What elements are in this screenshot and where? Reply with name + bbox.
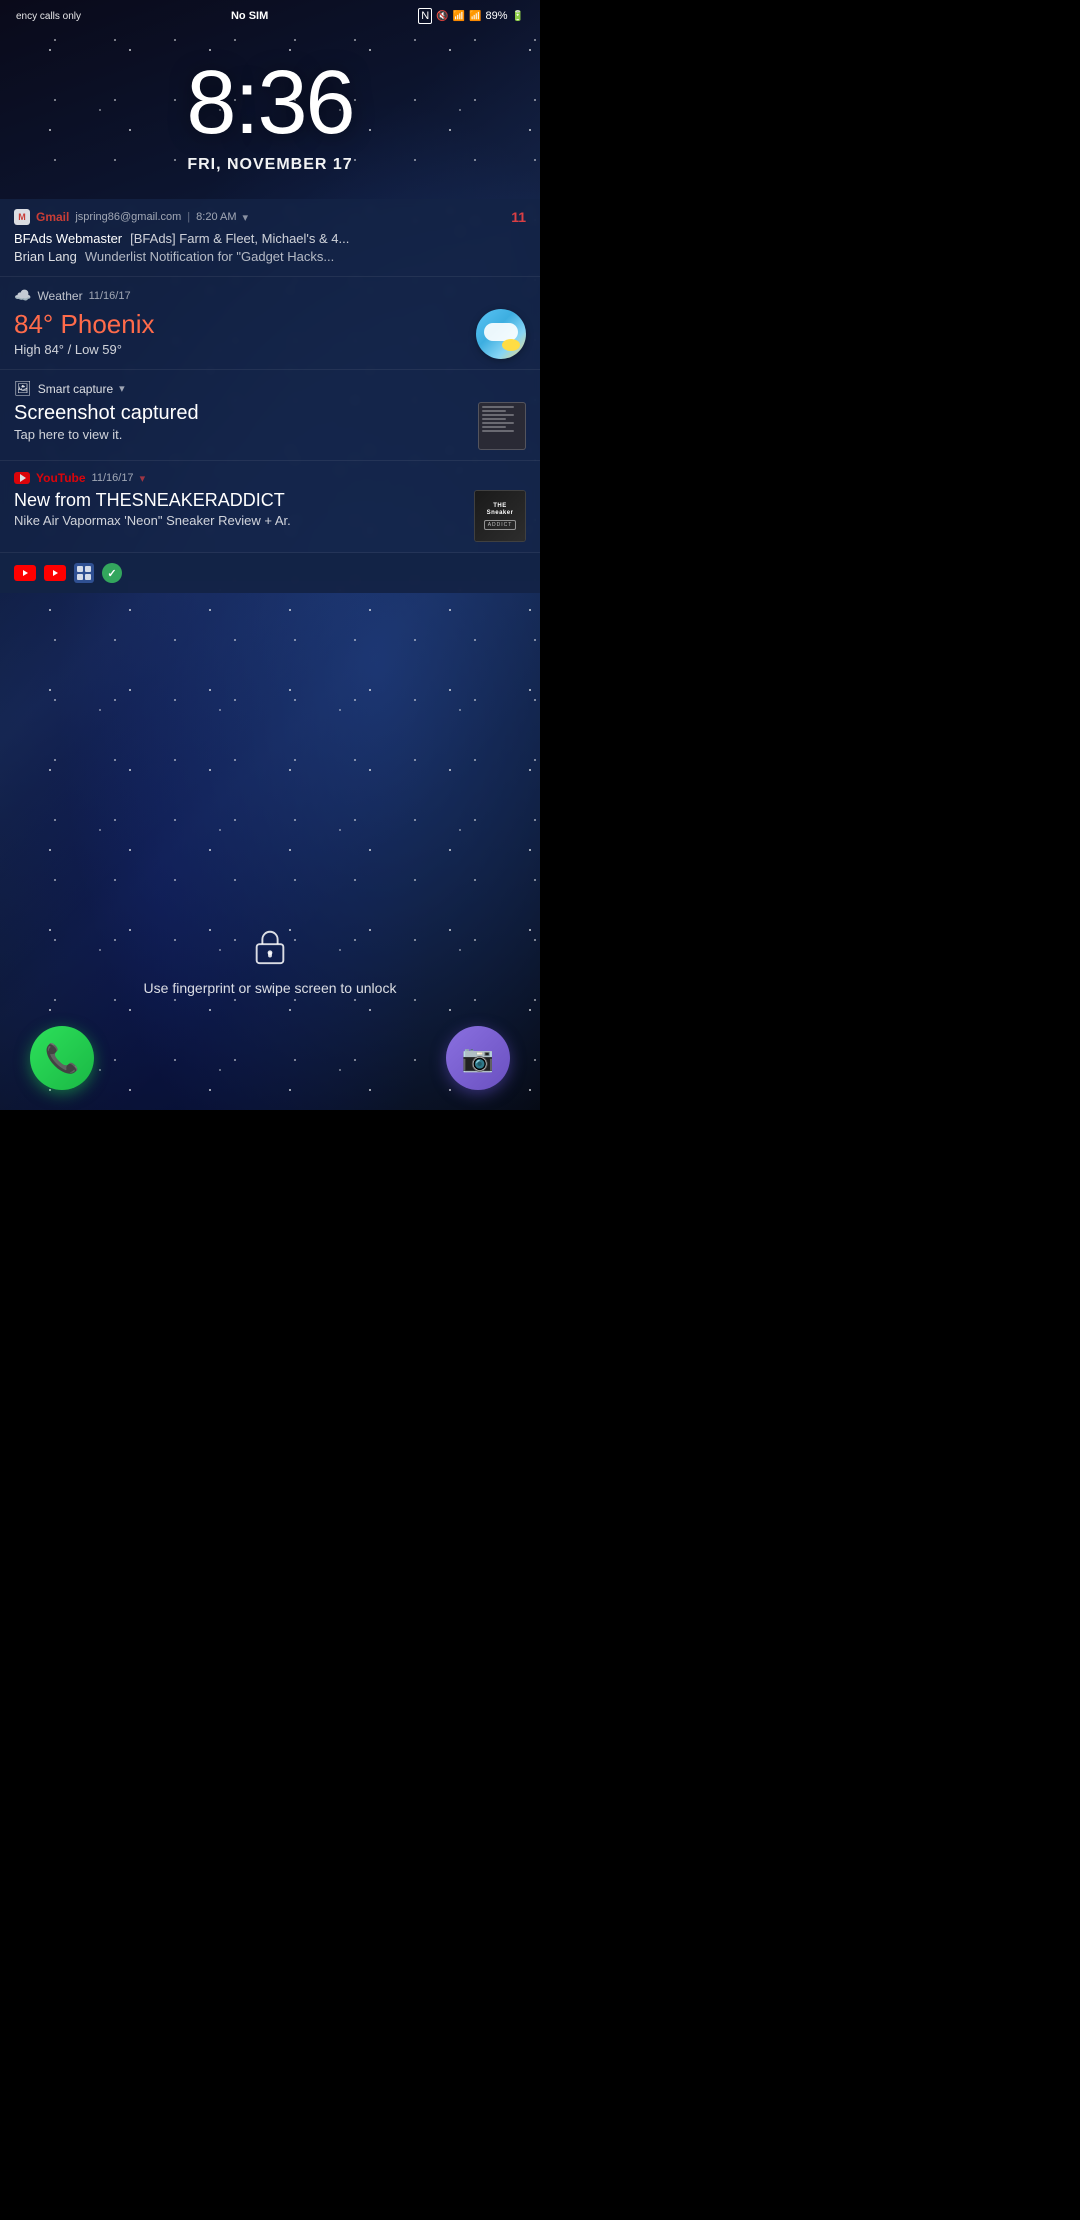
grid-icon	[74, 563, 94, 583]
status-carrier: ency calls only	[16, 11, 81, 22]
lock-icon	[252, 927, 288, 967]
notifications-panel: M Gmail jspring86@gmail.com | 8:20 AM ▾ …	[0, 199, 540, 593]
check-icon: ✓	[102, 563, 122, 583]
smartcapture-chevron: ▾	[119, 382, 125, 395]
youtube-chevron-icon: ▾	[140, 472, 146, 485]
thumb-line-4	[482, 418, 506, 420]
thumb-line-5	[482, 422, 514, 424]
status-bar: ency calls only No SIM N 🔇 📶 📶 89% 🔋	[0, 0, 540, 28]
youtube-body: New from THESNEAKERADDICT Nike Air Vapor…	[14, 490, 526, 542]
smartcapture-text: Screenshot captured Tap here to view it.	[14, 402, 199, 442]
gmail-app-name: Gmail	[36, 210, 69, 224]
yt-small-icon-1	[14, 565, 36, 581]
grid-dot-2	[85, 566, 91, 572]
grid-dot-1	[77, 566, 83, 572]
grid-dot-4	[85, 574, 91, 580]
grid-dot-3	[77, 574, 83, 580]
clock-time: 8:36	[186, 58, 353, 148]
camera-icon: 📷	[462, 1043, 494, 1074]
clock-date: FRI, NOVEMBER 17	[187, 156, 352, 174]
smartcapture-app-name: Smart capture	[38, 382, 113, 396]
sneaker-logo-text: THESneaker	[487, 503, 514, 519]
smartcapture-header: 🖼 Smart capture ▾	[14, 380, 526, 397]
middle-spacer	[0, 593, 540, 927]
gmail-chevron-icon: ▾	[243, 211, 249, 224]
mute-icon: 🔇	[436, 11, 448, 22]
weather-icon-ball	[476, 309, 526, 359]
gmail-sender1: BFAds Webmaster	[14, 231, 122, 246]
weather-header: ☁️ Weather 11/16/17	[14, 287, 526, 304]
status-icons: N 🔇 📶 📶 89% 🔋	[418, 8, 524, 24]
gmail-pipe: |	[187, 211, 190, 223]
capture-icon: 🖼	[14, 380, 32, 397]
camera-button[interactable]: 📷	[446, 1026, 510, 1090]
status-sim: No SIM	[231, 10, 268, 22]
youtube-header: YouTube 11/16/17 ▾	[14, 471, 526, 485]
weather-range: High 84° / Low 59°	[14, 342, 155, 357]
weather-notification[interactable]: ☁️ Weather 11/16/17 84° Phoenix High 84°…	[0, 277, 540, 370]
weather-app-name: Weather	[37, 289, 82, 303]
gmail-row2: Brian Lang Wunderlist Notification for "G…	[14, 249, 334, 264]
weather-main: 84° Phoenix High 84° / Low 59°	[14, 309, 526, 359]
sneaker-thumb: THESneaker ADDICT	[475, 491, 525, 541]
phone-button[interactable]: 📞	[30, 1026, 94, 1090]
thumb-line-3	[482, 414, 514, 416]
signal-icon: 📶	[469, 11, 481, 22]
gmail-subject2: Wunderlist Notification for "Gadget Hack…	[85, 249, 334, 264]
youtube-date: 11/16/17	[92, 472, 134, 484]
phone-icon: 📞	[45, 1042, 80, 1075]
youtube-thumbnail: THESneaker ADDICT	[474, 490, 526, 542]
bottom-dock: 📞 📷	[0, 1016, 540, 1110]
gmail-time: 8:20 AM	[196, 211, 236, 223]
sneaker-logo-sub: ADDICT	[484, 520, 517, 530]
gmail-body: BFAds Webmaster [BFAds] Farm & Fleet, Mic…	[14, 230, 526, 266]
smartcapture-notification[interactable]: 🖼 Smart capture ▾ Screenshot captured Ta…	[0, 370, 540, 461]
weather-small-icon: ☁️	[14, 287, 31, 304]
weather-temperature: 84° Phoenix	[14, 309, 155, 340]
gmail-app-icon: M	[14, 209, 30, 225]
gmail-badge: 11	[511, 209, 526, 225]
battery-percent: 89%	[486, 10, 508, 22]
capture-thumbnail	[478, 402, 526, 450]
youtube-title: New from THESNEAKERADDICT	[14, 490, 466, 511]
youtube-app-icon	[14, 472, 30, 484]
unlock-text: Use fingerprint or swipe screen to unloc…	[144, 980, 397, 996]
youtube-notification[interactable]: YouTube 11/16/17 ▾ New from THESNEAKERAD…	[0, 461, 540, 553]
gmail-notification[interactable]: M Gmail jspring86@gmail.com | 8:20 AM ▾ …	[0, 199, 540, 277]
wifi-icon: 📶	[453, 11, 465, 22]
weather-date: 11/16/17	[89, 290, 131, 302]
unlock-section: Use fingerprint or swipe screen to unloc…	[0, 927, 540, 1016]
thumb-line-1	[482, 406, 514, 408]
capture-subtitle: Tap here to view it.	[14, 427, 199, 442]
gmail-row1: BFAds Webmaster [BFAds] Farm & Fleet, Mic…	[14, 230, 526, 248]
thumb-line-7	[482, 430, 514, 432]
gmail-subject1: [BFAds] Farm & Fleet, Michael's & 4...	[130, 231, 349, 246]
youtube-subtitle: Nike Air Vapormax 'Neon" Sneaker Review …	[14, 513, 466, 528]
notification-icons-row: ✓	[0, 553, 540, 593]
youtube-app-name: YouTube	[36, 471, 86, 485]
gmail-header: M Gmail jspring86@gmail.com | 8:20 AM ▾ …	[14, 209, 526, 225]
gmail-sender2: Brian Lang	[14, 249, 77, 264]
weather-info: 84° Phoenix High 84° / Low 59°	[14, 309, 155, 357]
clock-area: 8:36 FRI, NOVEMBER 17	[0, 28, 540, 199]
smartcapture-body: Screenshot captured Tap here to view it.	[14, 402, 526, 450]
battery-icon: 🔋	[512, 11, 524, 22]
thumb-line-2	[482, 410, 506, 412]
lock-icon-wrap	[252, 927, 288, 972]
yt-small-icon-2	[44, 565, 66, 581]
nfc-icon: N	[418, 8, 432, 24]
thumb-line-6	[482, 426, 506, 428]
youtube-text: New from THESNEAKERADDICT Nike Air Vapor…	[14, 490, 466, 528]
gmail-account: jspring86@gmail.com	[75, 211, 181, 223]
capture-title: Screenshot captured	[14, 402, 199, 425]
